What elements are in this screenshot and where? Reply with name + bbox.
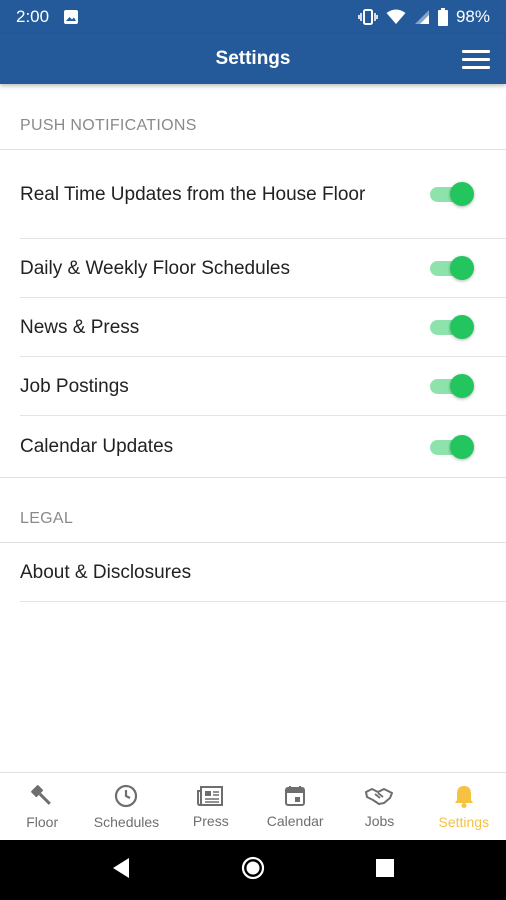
setting-label: News & Press (20, 316, 140, 338)
setting-row-house-floor[interactable]: Real Time Updates from the House Floor (20, 150, 506, 239)
nav-label: Jobs (364, 813, 395, 829)
nav-label: Floor (26, 814, 59, 830)
nav-label: Press (192, 813, 229, 829)
handshake-icon (364, 784, 394, 808)
nav-label: Schedules (93, 814, 160, 830)
setting-row-news-press[interactable]: News & Press (20, 298, 506, 357)
system-navigation-bar (0, 840, 506, 900)
calendar-icon (283, 784, 307, 808)
setting-row-about-disclosures[interactable]: About & Disclosures (20, 543, 506, 602)
bell-icon (452, 783, 476, 809)
status-bar: 2:00 98% (0, 0, 506, 34)
section-header-push-notifications: PUSH NOTIFICATIONS (0, 84, 506, 150)
toggle-switch[interactable] (430, 315, 474, 339)
toggle-switch[interactable] (430, 434, 474, 459)
section-header-legal: LEGAL (0, 477, 506, 543)
nav-item-settings[interactable]: Settings (422, 773, 506, 840)
bottom-navigation: Floor Schedules Press Calendar Jobs Sett… (0, 772, 506, 840)
nav-item-jobs[interactable]: Jobs (337, 773, 421, 840)
app-bar: Settings (0, 34, 506, 84)
signal-icon (414, 9, 430, 25)
nav-item-calendar[interactable]: Calendar (253, 773, 337, 840)
recents-icon[interactable] (375, 858, 395, 883)
toggle-switch[interactable] (430, 256, 474, 280)
wifi-icon (386, 9, 406, 25)
nav-item-press[interactable]: Press (169, 773, 253, 840)
setting-row-calendar-updates[interactable]: Calendar Updates (20, 416, 506, 477)
setting-row-floor-schedules[interactable]: Daily & Weekly Floor Schedules (20, 239, 506, 298)
setting-label: Real Time Updates from the House Floor (20, 183, 366, 205)
settings-list: PUSH NOTIFICATIONS Real Time Updates fro… (0, 84, 506, 602)
hamburger-menu-icon[interactable] (462, 46, 490, 72)
home-icon[interactable] (241, 856, 265, 885)
clock-icon (113, 783, 139, 809)
setting-label: Job Postings (20, 375, 129, 397)
nav-item-schedules[interactable]: Schedules (84, 773, 168, 840)
back-icon[interactable] (111, 857, 131, 884)
setting-label: About & Disclosures (20, 561, 192, 583)
status-time: 2:00 (16, 7, 50, 26)
toggle-switch[interactable] (430, 182, 474, 206)
battery-icon (437, 8, 448, 26)
setting-label: Calendar Updates (20, 436, 174, 457)
battery-percentage: 98% (455, 7, 490, 26)
gavel-icon (28, 783, 56, 809)
nav-label: Settings (438, 814, 490, 830)
setting-row-job-postings[interactable]: Job Postings (20, 357, 506, 416)
nav-item-floor[interactable]: Floor (0, 773, 84, 840)
newspaper-icon (196, 784, 225, 808)
image-notification-icon (63, 9, 79, 25)
nav-label: Calendar (266, 813, 324, 829)
page-title: Settings (215, 48, 291, 69)
toggle-switch[interactable] (430, 374, 474, 398)
vibrate-icon (358, 8, 378, 26)
setting-label: Daily & Weekly Floor Schedules (20, 257, 290, 279)
